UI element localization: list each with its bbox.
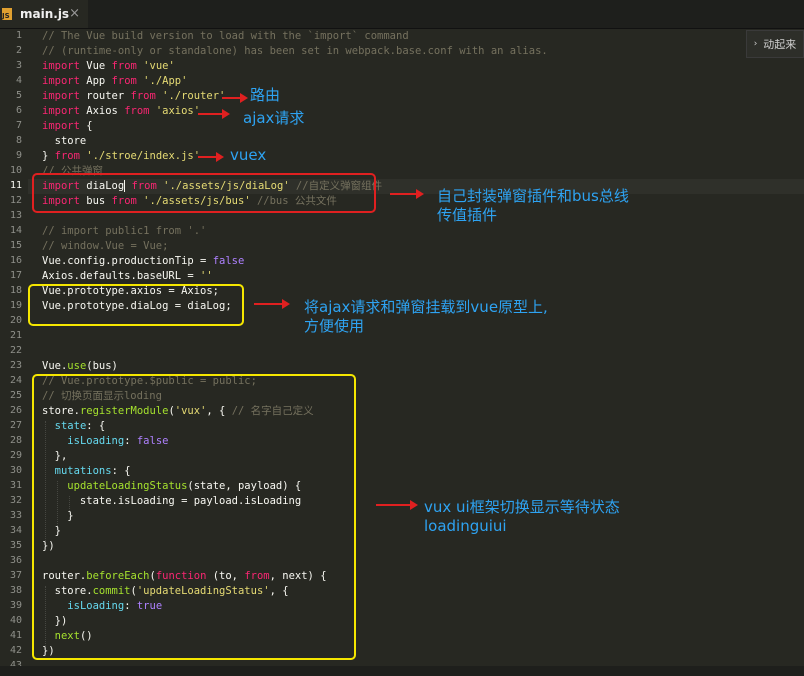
arrow-vuex bbox=[198, 152, 224, 162]
arrow-plugins bbox=[390, 189, 424, 199]
line-number: 37 bbox=[9, 570, 22, 581]
js-file-icon: JS bbox=[2, 8, 12, 20]
code-line[interactable]: import { bbox=[42, 119, 93, 134]
line-number: 21 bbox=[9, 330, 22, 341]
code-line[interactable]: import App from './App' bbox=[42, 74, 187, 89]
line-number: 42 bbox=[9, 645, 22, 656]
line-number: 6 bbox=[15, 105, 22, 116]
note-plugins: 自己封装弹窗插件和bus总线 传值插件 bbox=[437, 187, 629, 224]
line-number: 26 bbox=[9, 405, 22, 416]
line-number: 27 bbox=[9, 420, 22, 431]
line-number: 38 bbox=[9, 585, 22, 596]
status-bar bbox=[0, 666, 804, 676]
line-number: 30 bbox=[9, 465, 22, 476]
code-line[interactable]: // import public1 from '.' bbox=[42, 224, 206, 239]
line-number: 11 bbox=[9, 180, 22, 191]
minimap-button-label: 动起来 bbox=[763, 38, 797, 51]
line-number: 29 bbox=[9, 450, 22, 461]
code-line[interactable]: import Axios from 'axios' bbox=[42, 104, 200, 119]
arrow-prototype bbox=[254, 299, 290, 309]
line-number: 34 bbox=[9, 525, 22, 536]
line-number: 32 bbox=[9, 495, 22, 506]
code-line[interactable]: Vue.use(bus) bbox=[42, 359, 118, 374]
line-number: 35 bbox=[9, 540, 22, 551]
code-line[interactable]: // The Vue build version to load with th… bbox=[42, 29, 409, 44]
line-number: 18 bbox=[9, 285, 22, 296]
line-number: 12 bbox=[9, 195, 22, 206]
minimap-toggle-button[interactable]: › 动起来 bbox=[746, 30, 804, 58]
line-number: 14 bbox=[9, 225, 22, 236]
chevron-right-icon: › bbox=[753, 39, 758, 49]
line-number: 36 bbox=[9, 555, 22, 566]
line-number: 10 bbox=[9, 165, 22, 176]
note-ajax: ajax请求 bbox=[243, 109, 305, 127]
line-number: 3 bbox=[15, 60, 22, 71]
line-number: 2 bbox=[15, 45, 22, 56]
arrow-vux bbox=[376, 500, 418, 510]
line-number: 16 bbox=[9, 255, 22, 266]
code-line[interactable]: import router from './router' bbox=[42, 89, 225, 104]
close-icon[interactable]: × bbox=[69, 6, 80, 21]
line-number: 24 bbox=[9, 375, 22, 386]
tab-label: main.js bbox=[20, 7, 70, 21]
plugin-imports-highlight-box bbox=[32, 173, 376, 213]
note-router: 路由 bbox=[250, 86, 281, 104]
code-line[interactable]: // (runtime-only or standalone) has been… bbox=[42, 44, 548, 59]
line-number: 40 bbox=[9, 615, 22, 626]
line-number: 41 bbox=[9, 630, 22, 641]
code-line[interactable]: // window.Vue = Vue; bbox=[42, 239, 168, 254]
arrow-router bbox=[222, 93, 248, 103]
line-number: 1 bbox=[15, 30, 22, 41]
vux-module-highlight-box bbox=[32, 374, 356, 660]
tab-bar: JS main.js × bbox=[0, 0, 804, 29]
code-line[interactable]: import Vue from 'vue' bbox=[42, 59, 175, 74]
line-number: 8 bbox=[15, 135, 22, 146]
line-number: 17 bbox=[9, 270, 22, 281]
line-number: 22 bbox=[9, 345, 22, 356]
line-number: 19 bbox=[9, 300, 22, 311]
note-vux: vux ui框架切换显示等待状态 loadinguiui bbox=[424, 498, 620, 535]
line-number: 15 bbox=[9, 240, 22, 251]
code-line[interactable]: } from './stroe/index.js' bbox=[42, 149, 200, 164]
code-line[interactable]: Vue.config.productionTip = false bbox=[42, 254, 244, 269]
tab-main-js[interactable]: JS main.js × bbox=[0, 0, 88, 28]
line-number: 20 bbox=[9, 315, 22, 326]
line-number: 7 bbox=[15, 120, 22, 131]
line-number: 25 bbox=[9, 390, 22, 401]
note-prototype: 将ajax请求和弹窗挂载到vue原型上, 方便使用 bbox=[304, 298, 548, 335]
line-number: 39 bbox=[9, 600, 22, 611]
line-number: 23 bbox=[9, 360, 22, 371]
line-number: 33 bbox=[9, 510, 22, 521]
note-vuex: vuex bbox=[230, 146, 267, 164]
line-number: 31 bbox=[9, 480, 22, 491]
code-line[interactable]: Axios.defaults.baseURL = '' bbox=[42, 269, 213, 284]
code-line[interactable]: store bbox=[42, 134, 87, 149]
line-number: 4 bbox=[15, 75, 22, 86]
line-number: 28 bbox=[9, 435, 22, 446]
line-number: 9 bbox=[15, 150, 22, 161]
line-number: 5 bbox=[15, 90, 22, 101]
prototype-highlight-box bbox=[28, 284, 244, 326]
line-number: 13 bbox=[9, 210, 22, 221]
arrow-ajax bbox=[198, 109, 230, 119]
